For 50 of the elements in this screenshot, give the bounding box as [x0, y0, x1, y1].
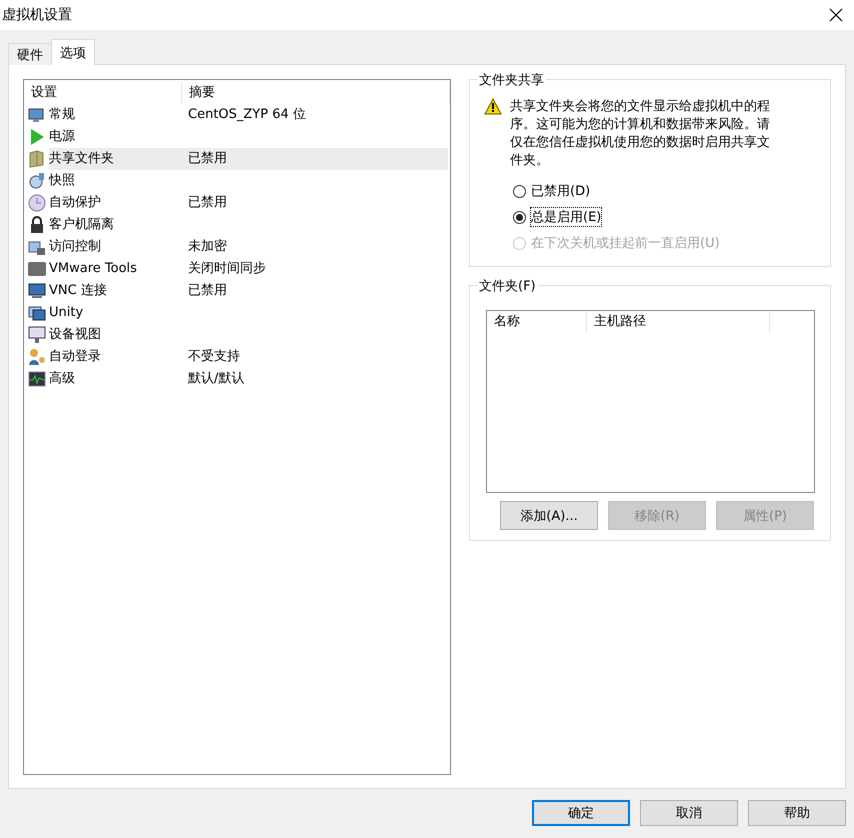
group-title: 文件夹(F) [477, 277, 538, 295]
radio-label[interactable]: 总是启用(E) [531, 208, 602, 226]
setting-name[interactable]: 自动登录 [49, 346, 178, 368]
setting-summary: 未加密 [187, 238, 228, 256]
warning-text: 共享文件夹会将您的文件显示给虚拟机中的程序。这可能为您的计算机和数据带来风险。请仅在您信任虚拟机使用您的数据时启用共享文件夹。 [510, 98, 771, 170]
setting-name[interactable]: 访问控制 [49, 236, 178, 258]
setting-summary: 已禁用 [187, 194, 228, 212]
dialog-button[interactable]: 确定 [532, 800, 630, 826]
monitor-icon [28, 106, 46, 124]
folder-icon [28, 150, 46, 168]
setting-name[interactable]: VMware Tools [49, 258, 178, 280]
setting-summary: 已禁用 [178, 148, 448, 170]
setting-name[interactable]: VNC 连接 [49, 280, 178, 302]
setting-name[interactable]: 常规 [49, 104, 178, 126]
setting-name[interactable]: 电源 [49, 126, 178, 148]
play-icon [28, 128, 46, 146]
setting-name[interactable]: 高级 [49, 368, 178, 390]
close-icon[interactable] [828, 7, 844, 23]
radio-button[interactable] [513, 184, 526, 198]
user-key-icon [28, 348, 46, 366]
window-title: 虚拟机设置 [2, 6, 72, 24]
setting-name[interactable]: 设备视图 [49, 324, 178, 346]
setting-summary: 已禁用 [187, 282, 228, 300]
windows-icon [28, 304, 46, 322]
setting-summary: CentOS_ZYP 64 位 [187, 106, 307, 124]
setting-summary: 默认/默认 [187, 370, 246, 388]
tab[interactable]: 选项 [51, 39, 95, 65]
column-header[interactable]: 名称 [487, 311, 587, 333]
setting-name[interactable]: Unity [49, 302, 178, 324]
warning-icon [484, 98, 502, 115]
setting-name[interactable]: 共享文件夹 [49, 148, 178, 170]
monitor-icon [28, 282, 46, 300]
setting-name[interactable]: 自动保护 [49, 192, 178, 214]
tab[interactable]: 硬件 [8, 43, 52, 65]
setting-name[interactable]: 快照 [49, 170, 178, 192]
setting-summary: 关闭时间同步 [187, 260, 267, 278]
clock-icon [28, 194, 46, 212]
monitor-icon [28, 326, 46, 344]
setting-summary: 不受支持 [187, 348, 241, 366]
radio-button[interactable] [513, 210, 526, 224]
setting-name[interactable]: 客户机隔离 [49, 214, 178, 236]
chart-icon [28, 370, 46, 388]
group-title: 文件夹共享 [477, 71, 546, 89]
radio-label[interactable]: 已禁用(D) [531, 182, 590, 200]
dialog-button[interactable]: 取消 [640, 800, 738, 826]
column-header[interactable]: 摘要 [182, 82, 450, 104]
folder-button[interactable]: 添加(A)... [500, 501, 598, 530]
dialog-button[interactable]: 帮助 [748, 800, 846, 826]
column-header[interactable]: 设置 [24, 82, 182, 104]
column-header[interactable]: 主机路径 [587, 311, 770, 333]
